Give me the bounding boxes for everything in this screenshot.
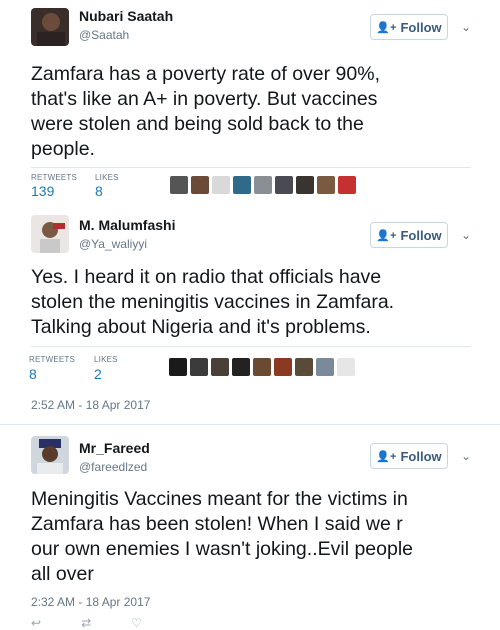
tweet-line: were stolen and being sold back to the	[31, 113, 364, 135]
liker-avatar[interactable]	[338, 176, 356, 194]
likes-count[interactable]: 8	[95, 183, 103, 199]
liker-avatar[interactable]	[212, 176, 230, 194]
liker-avatar[interactable]	[253, 358, 271, 376]
retweets-label: RETWEETS	[29, 355, 76, 364]
tweet-text: Yes. I heard it on radio that officials …	[31, 265, 471, 340]
liker-avatar[interactable]	[190, 358, 208, 376]
like-icon[interactable]: ♡	[131, 616, 142, 630]
liker-avatar[interactable]	[211, 358, 229, 376]
tweet-1: Nubari Saatah @Saatah 👤+ Follow ⌄ Zamfar…	[0, 0, 500, 205]
liker-avatar[interactable]	[232, 358, 250, 376]
follow-label: Follow	[400, 19, 442, 35]
liker-avatar[interactable]	[169, 358, 187, 376]
tweet-line: Meningitis Vaccines meant for the victim…	[31, 488, 408, 510]
liker-avatar[interactable]	[254, 176, 272, 194]
user-handle[interactable]: @fareedlzed	[79, 460, 147, 474]
tweet-line: Zamfara has been stolen! When I said we …	[31, 513, 403, 535]
chevron-down-icon[interactable]: ⌄	[461, 449, 471, 463]
tweet-line: people.	[31, 138, 95, 160]
tweet-line: our own enemies I wasn't joking..Evil pe…	[31, 538, 414, 560]
liker-avatar[interactable]	[191, 176, 209, 194]
follow-button[interactable]: 👤+ Follow	[370, 14, 448, 40]
likes-count[interactable]: 2	[94, 366, 102, 382]
retweet-icon[interactable]: ⇄	[81, 616, 91, 630]
liker-avatar[interactable]	[317, 176, 335, 194]
liker-avatar[interactable]	[274, 358, 292, 376]
tweet-line: that's like an A+ in poverty. But vaccin…	[31, 88, 378, 110]
tweet-line: Zamfara has a poverty rate of over 90%,	[31, 63, 381, 85]
reply-icon[interactable]: ↩	[31, 616, 41, 630]
liker-avatar[interactable]	[296, 176, 314, 194]
liker-avatar[interactable]	[170, 176, 188, 194]
liker-avatar[interactable]	[337, 358, 355, 376]
divider	[0, 424, 500, 425]
likes-label: LIKES	[95, 173, 119, 182]
add-person-icon: 👤+	[376, 229, 397, 242]
tweet-line: Yes. I heard it on radio that officials …	[31, 266, 382, 288]
follow-button[interactable]: 👤+ Follow	[370, 443, 448, 469]
tweet-timestamp[interactable]: 2:52 AM - 18 Apr 2017	[31, 398, 150, 412]
liker-avatar[interactable]	[316, 358, 334, 376]
add-person-icon: 👤+	[376, 21, 397, 34]
divider	[31, 167, 471, 168]
likes-label: LIKES	[94, 355, 118, 364]
add-person-icon: 👤+	[376, 450, 397, 463]
chevron-down-icon[interactable]: ⌄	[461, 228, 471, 242]
tweet-2: M. Malumfashi @Ya_waliyyi 👤+ Follow ⌄ Ye…	[0, 205, 500, 430]
retweets-count[interactable]: 139	[31, 183, 54, 199]
follow-label: Follow	[400, 448, 442, 464]
display-name[interactable]: Mr_Fareed	[79, 440, 150, 456]
avatar[interactable]	[31, 215, 69, 253]
divider	[31, 346, 471, 347]
tweet-line: stolen the meningitis vaccines in Zamfar…	[31, 291, 395, 313]
tweet-line: Talking about Nigeria and it's problems.	[31, 316, 371, 338]
display-name[interactable]: Nubari Saatah	[79, 8, 173, 24]
avatar[interactable]	[31, 8, 69, 46]
tweet-text: Zamfara has a poverty rate of over 90%, …	[31, 62, 471, 162]
avatar[interactable]	[31, 436, 69, 474]
follow-button[interactable]: 👤+ Follow	[370, 222, 448, 248]
tweet-actions: ↩ ⇄ ♡	[31, 616, 142, 630]
liker-avatar[interactable]	[295, 358, 313, 376]
tweet-3: Mr_Fareed @fareedlzed 👤+ Follow ⌄ Mening…	[0, 430, 500, 625]
user-handle[interactable]: @Saatah	[79, 28, 129, 42]
liker-avatars[interactable]	[170, 176, 356, 194]
chevron-down-icon[interactable]: ⌄	[461, 20, 471, 34]
display-name[interactable]: M. Malumfashi	[79, 217, 175, 233]
liker-avatars[interactable]	[169, 358, 355, 376]
tweet-timestamp[interactable]: 2:32 AM - 18 Apr 2017	[31, 595, 150, 609]
tweet-text: Meningitis Vaccines meant for the victim…	[31, 487, 471, 587]
retweets-count[interactable]: 8	[29, 366, 37, 382]
retweets-label: RETWEETS	[31, 173, 78, 182]
tweet-line: all over	[31, 563, 94, 585]
follow-label: Follow	[400, 227, 442, 243]
liker-avatar[interactable]	[275, 176, 293, 194]
user-handle[interactable]: @Ya_waliyyi	[79, 237, 147, 251]
liker-avatar[interactable]	[233, 176, 251, 194]
